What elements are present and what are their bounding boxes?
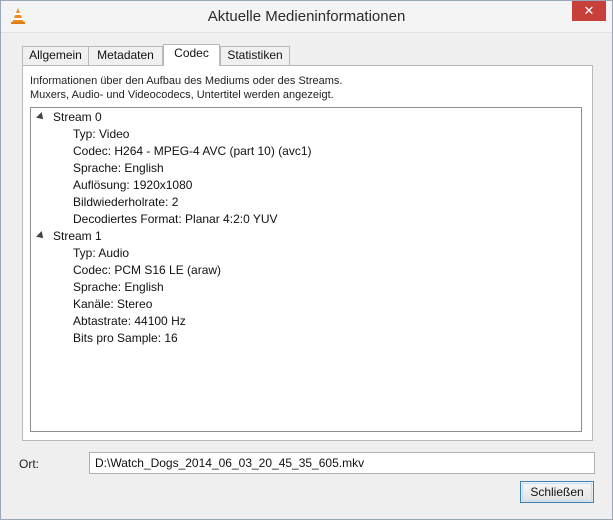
- expand-arrow-icon[interactable]: [36, 231, 46, 241]
- close-button[interactable]: Schließen: [520, 481, 594, 503]
- stream-1-node[interactable]: Stream 1: [53, 228, 102, 245]
- stream-0-item[interactable]: Codec: H264 - MPEG-4 AVC (part 10) (avc1…: [73, 143, 312, 160]
- stream-1-item[interactable]: Sprache: English: [73, 279, 164, 296]
- tab-metadaten[interactable]: Metadaten: [88, 46, 163, 65]
- stream-1-item[interactable]: Typ: Audio: [73, 245, 129, 262]
- stream-0-item[interactable]: Typ: Video: [73, 126, 129, 143]
- stream-1-item[interactable]: Codec: PCM S16 LE (araw): [73, 262, 221, 279]
- stream-0-item[interactable]: Auflösung: 1920x1080: [73, 177, 192, 194]
- title-bar[interactable]: Aktuelle Medieninformationen ✕: [1, 1, 612, 33]
- media-info-window: Aktuelle Medieninformationen ✕ Allgemein…: [0, 0, 613, 520]
- stream-0-item[interactable]: Sprache: English: [73, 160, 164, 177]
- stream-tree[interactable]: Stream 0 Typ: Video Codec: H264 - MPEG-4…: [30, 107, 582, 432]
- tab-statistiken[interactable]: Statistiken: [220, 46, 290, 65]
- description-line-1: Informationen über den Aufbau des Medium…: [30, 75, 343, 87]
- stream-0-item[interactable]: Decodiertes Format: Planar 4:2:0 YUV: [73, 211, 278, 228]
- tab-allgemein[interactable]: Allgemein: [22, 46, 89, 65]
- location-label: Ort:: [19, 457, 39, 471]
- stream-0-item[interactable]: Bildwiederholrate: 2: [73, 194, 178, 211]
- stream-1-item[interactable]: Bits pro Sample: 16: [73, 330, 178, 347]
- location-field[interactable]: D:\Watch_Dogs_2014_06_03_20_45_35_605.mk…: [89, 452, 595, 474]
- stream-1-item[interactable]: Abtastrate: 44100 Hz: [73, 313, 186, 330]
- codec-panel: Informationen über den Aufbau des Medium…: [22, 65, 593, 441]
- description-line-2: Muxers, Audio- und Videocodecs, Untertit…: [30, 88, 334, 101]
- codec-description: Informationen über den Aufbau des Medium…: [30, 75, 342, 102]
- stream-1-item[interactable]: Kanäle: Stereo: [73, 296, 152, 313]
- window-close-button[interactable]: ✕: [572, 1, 606, 21]
- close-button-label: Schließen: [530, 485, 584, 499]
- expand-arrow-icon[interactable]: [36, 112, 46, 122]
- window-title: Aktuelle Medieninformationen: [207, 8, 406, 25]
- tab-codec[interactable]: Codec: [163, 44, 220, 66]
- stream-0-node[interactable]: Stream 0: [53, 109, 102, 126]
